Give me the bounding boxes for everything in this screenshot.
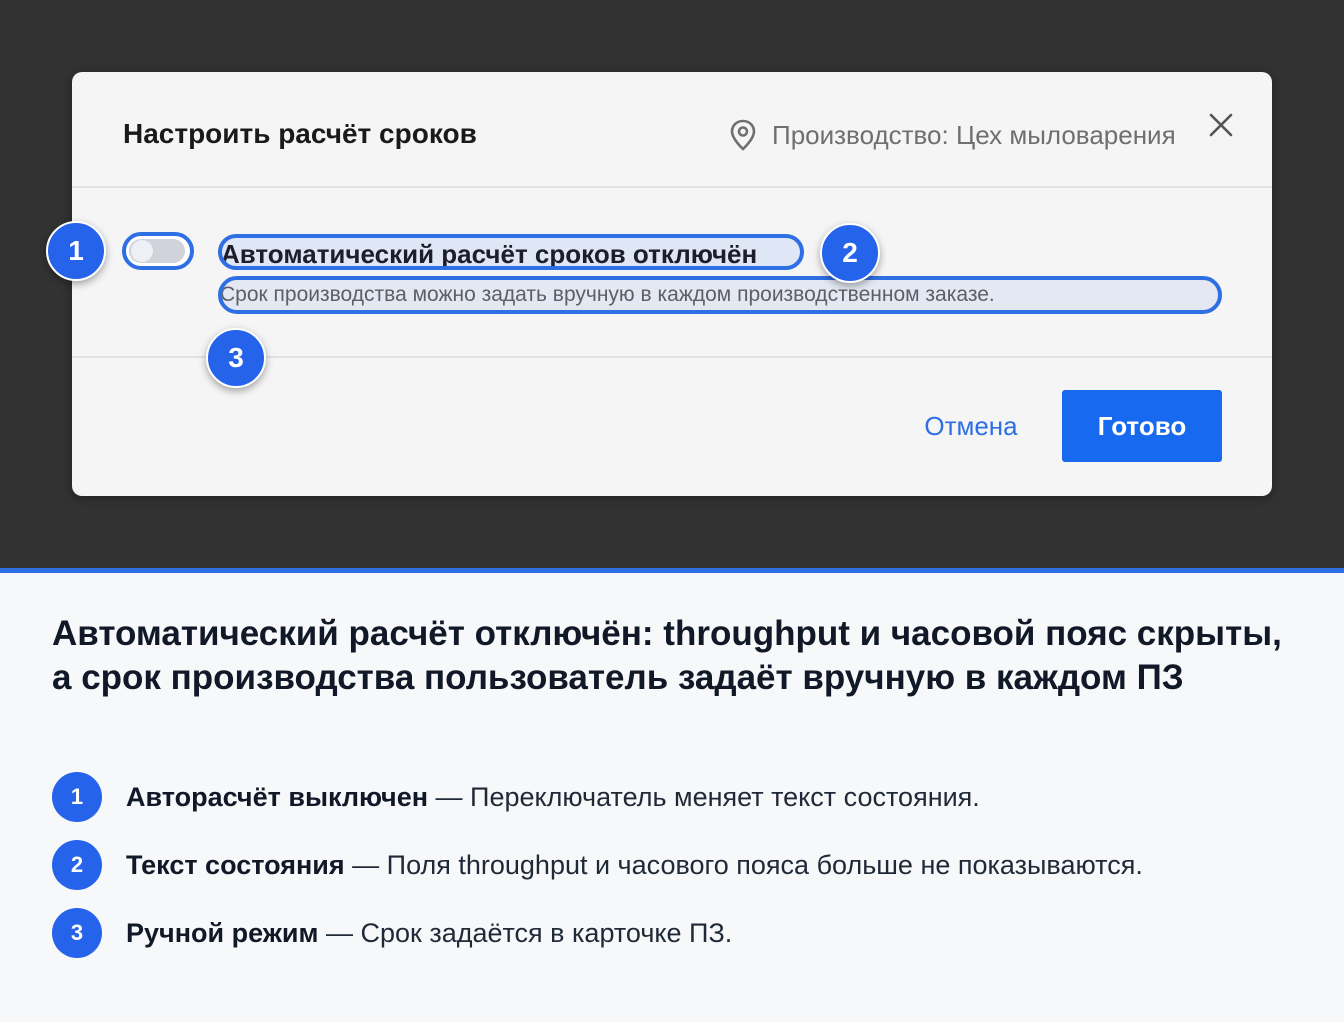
legend-text: Текст состояния — Поля throughput и часо… bbox=[126, 850, 1143, 881]
location-label: Производство: Цех мыловарения bbox=[728, 118, 1176, 152]
status-description: Срок производства можно задать вручную в… bbox=[218, 276, 1222, 314]
callout-badge-1: 1 bbox=[46, 221, 106, 281]
done-button[interactable]: Готово bbox=[1062, 390, 1222, 462]
legend-text: Авторасчёт выключен — Переключатель меня… bbox=[126, 782, 980, 813]
cancel-button[interactable]: Отмена bbox=[902, 390, 1040, 462]
legend-item: 3 Ручной режим — Срок задаётся в карточк… bbox=[52, 908, 1312, 958]
section-divider bbox=[0, 568, 1344, 573]
toggle-track bbox=[129, 239, 185, 263]
toggle-knob bbox=[131, 240, 153, 262]
legend-description: — Срок задаётся в карточке ПЗ. bbox=[318, 917, 733, 948]
legend-description: — Поля throughput и часового пояса больш… bbox=[344, 849, 1143, 880]
legend-list: 1 Авторасчёт выключен — Переключатель ме… bbox=[52, 772, 1312, 976]
legend-term: Ручной режим bbox=[126, 917, 319, 948]
callout-badge-2: 2 bbox=[820, 223, 880, 283]
legend-item: 2 Текст состояния — Поля throughput и ча… bbox=[52, 840, 1312, 890]
settings-dialog: Настроить расчёт сроков Производство: Це… bbox=[72, 72, 1272, 496]
legend-number: 3 bbox=[52, 908, 102, 958]
legend-number: 1 bbox=[52, 772, 102, 822]
auto-calc-toggle[interactable] bbox=[122, 232, 194, 270]
legend-term: Авторасчёт выключен bbox=[126, 781, 429, 812]
close-icon[interactable] bbox=[1208, 112, 1234, 138]
status-description-text: Срок производства можно задать вручную в… bbox=[220, 283, 995, 306]
dialog-title: Настроить расчёт сроков bbox=[123, 118, 477, 149]
map-pin-icon bbox=[730, 119, 756, 151]
legend-term: Текст состояния bbox=[126, 849, 345, 880]
legend-text: Ручной режим — Срок задаётся в карточке … bbox=[126, 918, 732, 949]
location-text: Производство: Цех мыловарения bbox=[772, 119, 1176, 150]
status-title: Автоматический расчёт сроков отключён bbox=[218, 234, 804, 270]
status-title-text: Автоматический расчёт сроков отключён bbox=[221, 239, 758, 269]
legend-number: 2 bbox=[52, 840, 102, 890]
callout-badge-3: 3 bbox=[206, 328, 266, 388]
legend-item: 1 Авторасчёт выключен — Переключатель ме… bbox=[52, 772, 1312, 822]
dialog-header: Настроить расчёт сроков Производство: Це… bbox=[72, 72, 1272, 188]
caption-heading: Автоматический расчёт отключён: throughp… bbox=[52, 614, 1282, 697]
legend-description: — Переключатель меняет текст состояния. bbox=[428, 781, 980, 812]
